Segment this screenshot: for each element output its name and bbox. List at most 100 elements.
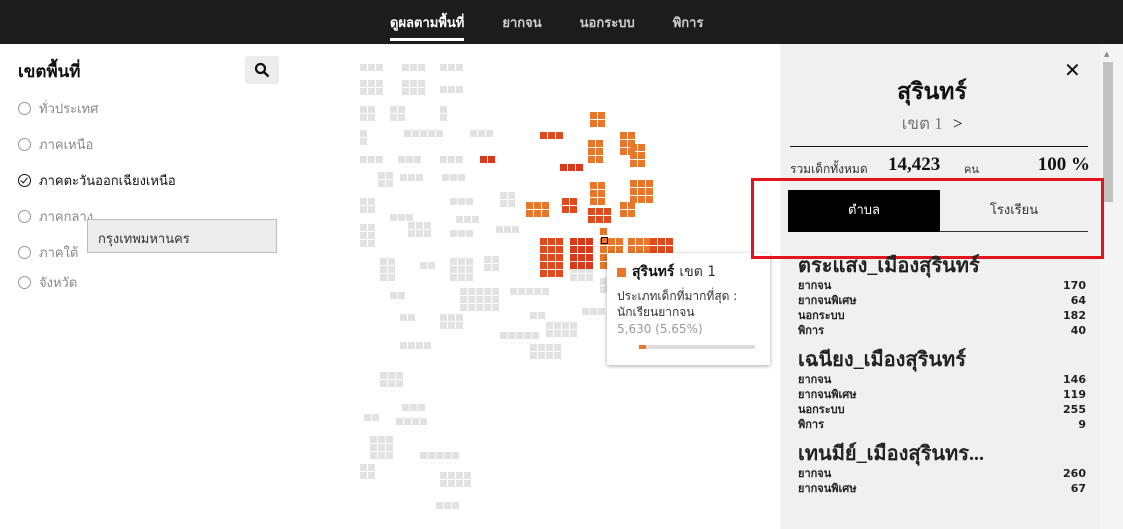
map-cell[interactable] <box>396 372 403 379</box>
map-cell[interactable] <box>620 202 627 209</box>
map-cell[interactable] <box>456 480 463 487</box>
map-cell[interactable] <box>456 314 463 321</box>
map-cell[interactable] <box>542 288 549 295</box>
map-cell[interactable] <box>492 296 499 303</box>
map-cell[interactable] <box>368 106 375 113</box>
map-cell[interactable] <box>596 208 603 215</box>
map-cell[interactable] <box>630 152 637 159</box>
map-cell[interactable] <box>570 330 577 337</box>
map-cell[interactable] <box>428 452 435 459</box>
map-cell[interactable] <box>372 414 379 421</box>
map-cell[interactable] <box>402 88 409 95</box>
map-cell[interactable] <box>560 164 567 171</box>
map-cell[interactable] <box>570 262 577 269</box>
map-cell[interactable] <box>470 130 477 137</box>
province-input[interactable]: กรุงเทพมหานคร <box>87 219 277 253</box>
map-cell[interactable] <box>600 246 607 253</box>
map-cell[interactable] <box>598 308 605 315</box>
map-cell[interactable] <box>370 436 377 443</box>
map-cell[interactable] <box>588 216 595 223</box>
map-cell[interactable] <box>476 288 483 295</box>
map-cell[interactable] <box>638 152 645 159</box>
map-cell[interactable] <box>650 238 657 245</box>
map-cell[interactable] <box>556 254 563 261</box>
map-cell[interactable] <box>378 180 385 187</box>
map-cell[interactable] <box>630 144 637 151</box>
map-cell[interactable] <box>484 256 491 263</box>
map-cell[interactable] <box>418 88 425 95</box>
map-cell[interactable] <box>396 418 403 425</box>
map-cell[interactable] <box>548 246 555 253</box>
map-cell[interactable] <box>428 130 435 137</box>
map-cell[interactable] <box>484 288 491 295</box>
map-cell[interactable] <box>508 332 515 339</box>
map-cell[interactable] <box>658 246 665 253</box>
panel-scrollbar[interactable]: ▲ <box>1100 44 1123 529</box>
map-cell[interactable] <box>450 258 457 265</box>
map-cell[interactable] <box>378 436 385 443</box>
map-cell[interactable] <box>540 254 547 261</box>
map-cell[interactable] <box>458 258 465 265</box>
map-cell[interactable] <box>388 266 395 273</box>
search-button[interactable] <box>245 56 279 84</box>
map-cell[interactable] <box>440 64 447 71</box>
map-cell[interactable] <box>590 198 597 205</box>
map-cell[interactable] <box>410 88 417 95</box>
map-cell[interactable] <box>468 288 475 295</box>
map-cell[interactable] <box>534 288 541 295</box>
map-cell[interactable] <box>488 156 495 163</box>
map-cell[interactable] <box>478 130 485 137</box>
map-cell[interactable] <box>390 214 397 221</box>
map-cell[interactable] <box>484 264 491 271</box>
map-cell[interactable] <box>484 296 491 303</box>
map-cell[interactable] <box>360 232 367 239</box>
map-cell[interactable] <box>596 140 603 147</box>
map-cell[interactable] <box>598 190 605 197</box>
map-cell[interactable] <box>586 262 593 269</box>
map-cell[interactable] <box>376 156 383 163</box>
map-cell[interactable] <box>450 230 457 237</box>
map-cell[interactable] <box>556 270 563 277</box>
map-cell[interactable] <box>418 404 425 411</box>
map-cell[interactable] <box>368 472 375 479</box>
map-cell[interactable] <box>492 256 499 263</box>
map-cell[interactable] <box>556 262 563 269</box>
tab-poor[interactable]: ยากจน <box>502 12 541 41</box>
map-cell[interactable] <box>534 202 541 209</box>
map-cell[interactable] <box>436 452 443 459</box>
map-cell[interactable] <box>388 372 395 379</box>
map-cell[interactable] <box>420 262 427 269</box>
map-cell[interactable] <box>404 130 411 137</box>
map-cell[interactable] <box>548 254 555 261</box>
map-cell[interactable] <box>424 230 431 237</box>
map-cell[interactable] <box>444 502 451 509</box>
map-cell[interactable] <box>542 202 549 209</box>
map-cell[interactable] <box>526 288 533 295</box>
map-cell[interactable] <box>638 196 645 203</box>
map-cell[interactable] <box>410 80 417 87</box>
map-cell[interactable] <box>388 380 395 387</box>
selected-map-cell[interactable] <box>601 237 608 244</box>
map-cell[interactable] <box>368 156 375 163</box>
map-cell[interactable] <box>404 418 411 425</box>
map-cell[interactable] <box>368 88 375 95</box>
map-cell[interactable] <box>424 222 431 229</box>
map-cell[interactable] <box>378 172 385 179</box>
tab-disabled[interactable]: พิการ <box>673 12 704 41</box>
map-cell[interactable] <box>554 344 561 351</box>
map-cell[interactable] <box>620 140 627 147</box>
map-cell[interactable] <box>540 270 547 277</box>
map-cell[interactable] <box>428 262 435 269</box>
map-cell[interactable] <box>620 148 627 155</box>
map-cell[interactable] <box>370 452 377 459</box>
map-cell[interactable] <box>576 164 583 171</box>
map-cell[interactable] <box>540 132 547 139</box>
map-cell[interactable] <box>554 352 561 359</box>
map-cell[interactable] <box>360 80 367 87</box>
map-cell[interactable] <box>578 262 585 269</box>
radio-whole-country[interactable]: ทั่วประเทศ <box>18 98 98 119</box>
map-cell[interactable] <box>600 278 607 285</box>
map-cell[interactable] <box>508 200 515 207</box>
map-cell[interactable] <box>456 472 463 479</box>
map-cell[interactable] <box>390 292 397 299</box>
